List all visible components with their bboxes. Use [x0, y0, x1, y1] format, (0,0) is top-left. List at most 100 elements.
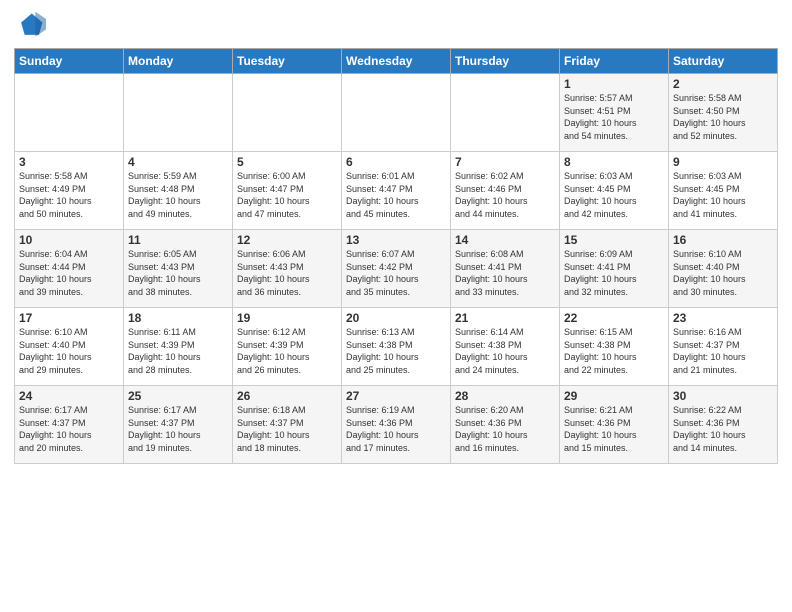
day-detail: Sunrise: 6:14 AM Sunset: 4:38 PM Dayligh…	[455, 326, 555, 376]
day-detail: Sunrise: 6:11 AM Sunset: 4:39 PM Dayligh…	[128, 326, 228, 376]
day-number: 13	[346, 233, 446, 247]
day-number: 7	[455, 155, 555, 169]
day-cell	[233, 74, 342, 152]
day-number: 19	[237, 311, 337, 325]
day-cell: 10Sunrise: 6:04 AM Sunset: 4:44 PM Dayli…	[15, 230, 124, 308]
header-row: SundayMondayTuesdayWednesdayThursdayFrid…	[15, 49, 778, 74]
day-number: 30	[673, 389, 773, 403]
day-cell: 23Sunrise: 6:16 AM Sunset: 4:37 PM Dayli…	[669, 308, 778, 386]
day-number: 25	[128, 389, 228, 403]
day-number: 27	[346, 389, 446, 403]
day-number: 2	[673, 77, 773, 91]
day-detail: Sunrise: 6:16 AM Sunset: 4:37 PM Dayligh…	[673, 326, 773, 376]
day-detail: Sunrise: 5:57 AM Sunset: 4:51 PM Dayligh…	[564, 92, 664, 142]
day-cell: 16Sunrise: 6:10 AM Sunset: 4:40 PM Dayli…	[669, 230, 778, 308]
day-detail: Sunrise: 6:06 AM Sunset: 4:43 PM Dayligh…	[237, 248, 337, 298]
col-header-tuesday: Tuesday	[233, 49, 342, 74]
day-detail: Sunrise: 6:17 AM Sunset: 4:37 PM Dayligh…	[19, 404, 119, 454]
day-number: 20	[346, 311, 446, 325]
day-detail: Sunrise: 5:59 AM Sunset: 4:48 PM Dayligh…	[128, 170, 228, 220]
day-number: 17	[19, 311, 119, 325]
day-detail: Sunrise: 6:01 AM Sunset: 4:47 PM Dayligh…	[346, 170, 446, 220]
day-cell	[15, 74, 124, 152]
col-header-monday: Monday	[124, 49, 233, 74]
day-number: 15	[564, 233, 664, 247]
col-header-saturday: Saturday	[669, 49, 778, 74]
day-cell	[124, 74, 233, 152]
day-cell: 27Sunrise: 6:19 AM Sunset: 4:36 PM Dayli…	[342, 386, 451, 464]
day-detail: Sunrise: 6:20 AM Sunset: 4:36 PM Dayligh…	[455, 404, 555, 454]
day-cell: 15Sunrise: 6:09 AM Sunset: 4:41 PM Dayli…	[560, 230, 669, 308]
day-cell: 18Sunrise: 6:11 AM Sunset: 4:39 PM Dayli…	[124, 308, 233, 386]
day-cell: 2Sunrise: 5:58 AM Sunset: 4:50 PM Daylig…	[669, 74, 778, 152]
day-cell: 14Sunrise: 6:08 AM Sunset: 4:41 PM Dayli…	[451, 230, 560, 308]
day-detail: Sunrise: 6:03 AM Sunset: 4:45 PM Dayligh…	[673, 170, 773, 220]
col-header-thursday: Thursday	[451, 49, 560, 74]
day-number: 5	[237, 155, 337, 169]
day-detail: Sunrise: 6:10 AM Sunset: 4:40 PM Dayligh…	[673, 248, 773, 298]
day-number: 24	[19, 389, 119, 403]
day-detail: Sunrise: 5:58 AM Sunset: 4:50 PM Dayligh…	[673, 92, 773, 142]
calendar-table: SundayMondayTuesdayWednesdayThursdayFrid…	[14, 48, 778, 464]
day-cell: 20Sunrise: 6:13 AM Sunset: 4:38 PM Dayli…	[342, 308, 451, 386]
day-detail: Sunrise: 6:12 AM Sunset: 4:39 PM Dayligh…	[237, 326, 337, 376]
week-row-2: 3Sunrise: 5:58 AM Sunset: 4:49 PM Daylig…	[15, 152, 778, 230]
day-detail: Sunrise: 6:21 AM Sunset: 4:36 PM Dayligh…	[564, 404, 664, 454]
day-cell: 24Sunrise: 6:17 AM Sunset: 4:37 PM Dayli…	[15, 386, 124, 464]
day-cell: 21Sunrise: 6:14 AM Sunset: 4:38 PM Dayli…	[451, 308, 560, 386]
day-detail: Sunrise: 6:22 AM Sunset: 4:36 PM Dayligh…	[673, 404, 773, 454]
day-detail: Sunrise: 6:08 AM Sunset: 4:41 PM Dayligh…	[455, 248, 555, 298]
day-cell: 26Sunrise: 6:18 AM Sunset: 4:37 PM Dayli…	[233, 386, 342, 464]
day-detail: Sunrise: 6:17 AM Sunset: 4:37 PM Dayligh…	[128, 404, 228, 454]
day-detail: Sunrise: 6:02 AM Sunset: 4:46 PM Dayligh…	[455, 170, 555, 220]
day-number: 10	[19, 233, 119, 247]
day-cell: 9Sunrise: 6:03 AM Sunset: 4:45 PM Daylig…	[669, 152, 778, 230]
day-detail: Sunrise: 5:58 AM Sunset: 4:49 PM Dayligh…	[19, 170, 119, 220]
col-header-sunday: Sunday	[15, 49, 124, 74]
day-number: 28	[455, 389, 555, 403]
day-cell: 11Sunrise: 6:05 AM Sunset: 4:43 PM Dayli…	[124, 230, 233, 308]
day-detail: Sunrise: 6:13 AM Sunset: 4:38 PM Dayligh…	[346, 326, 446, 376]
day-cell: 7Sunrise: 6:02 AM Sunset: 4:46 PM Daylig…	[451, 152, 560, 230]
page-container: SundayMondayTuesdayWednesdayThursdayFrid…	[0, 0, 792, 470]
day-detail: Sunrise: 6:00 AM Sunset: 4:47 PM Dayligh…	[237, 170, 337, 220]
week-row-1: 1Sunrise: 5:57 AM Sunset: 4:51 PM Daylig…	[15, 74, 778, 152]
day-cell: 1Sunrise: 5:57 AM Sunset: 4:51 PM Daylig…	[560, 74, 669, 152]
week-row-3: 10Sunrise: 6:04 AM Sunset: 4:44 PM Dayli…	[15, 230, 778, 308]
day-cell: 6Sunrise: 6:01 AM Sunset: 4:47 PM Daylig…	[342, 152, 451, 230]
week-row-5: 24Sunrise: 6:17 AM Sunset: 4:37 PM Dayli…	[15, 386, 778, 464]
day-cell: 29Sunrise: 6:21 AM Sunset: 4:36 PM Dayli…	[560, 386, 669, 464]
day-detail: Sunrise: 6:15 AM Sunset: 4:38 PM Dayligh…	[564, 326, 664, 376]
day-cell: 8Sunrise: 6:03 AM Sunset: 4:45 PM Daylig…	[560, 152, 669, 230]
day-number: 3	[19, 155, 119, 169]
day-cell	[451, 74, 560, 152]
day-cell: 25Sunrise: 6:17 AM Sunset: 4:37 PM Dayli…	[124, 386, 233, 464]
day-number: 8	[564, 155, 664, 169]
day-detail: Sunrise: 6:04 AM Sunset: 4:44 PM Dayligh…	[19, 248, 119, 298]
day-number: 21	[455, 311, 555, 325]
day-detail: Sunrise: 6:10 AM Sunset: 4:40 PM Dayligh…	[19, 326, 119, 376]
day-number: 11	[128, 233, 228, 247]
day-cell	[342, 74, 451, 152]
day-cell: 19Sunrise: 6:12 AM Sunset: 4:39 PM Dayli…	[233, 308, 342, 386]
day-number: 18	[128, 311, 228, 325]
day-number: 16	[673, 233, 773, 247]
day-cell: 5Sunrise: 6:00 AM Sunset: 4:47 PM Daylig…	[233, 152, 342, 230]
day-number: 29	[564, 389, 664, 403]
day-number: 14	[455, 233, 555, 247]
day-detail: Sunrise: 6:18 AM Sunset: 4:37 PM Dayligh…	[237, 404, 337, 454]
day-cell: 17Sunrise: 6:10 AM Sunset: 4:40 PM Dayli…	[15, 308, 124, 386]
day-number: 12	[237, 233, 337, 247]
day-detail: Sunrise: 6:03 AM Sunset: 4:45 PM Dayligh…	[564, 170, 664, 220]
col-header-friday: Friday	[560, 49, 669, 74]
day-number: 9	[673, 155, 773, 169]
day-detail: Sunrise: 6:09 AM Sunset: 4:41 PM Dayligh…	[564, 248, 664, 298]
col-header-wednesday: Wednesday	[342, 49, 451, 74]
day-cell: 3Sunrise: 5:58 AM Sunset: 4:49 PM Daylig…	[15, 152, 124, 230]
week-row-4: 17Sunrise: 6:10 AM Sunset: 4:40 PM Dayli…	[15, 308, 778, 386]
day-cell: 30Sunrise: 6:22 AM Sunset: 4:36 PM Dayli…	[669, 386, 778, 464]
day-cell: 4Sunrise: 5:59 AM Sunset: 4:48 PM Daylig…	[124, 152, 233, 230]
day-number: 6	[346, 155, 446, 169]
header	[14, 10, 778, 42]
logo	[14, 10, 50, 42]
